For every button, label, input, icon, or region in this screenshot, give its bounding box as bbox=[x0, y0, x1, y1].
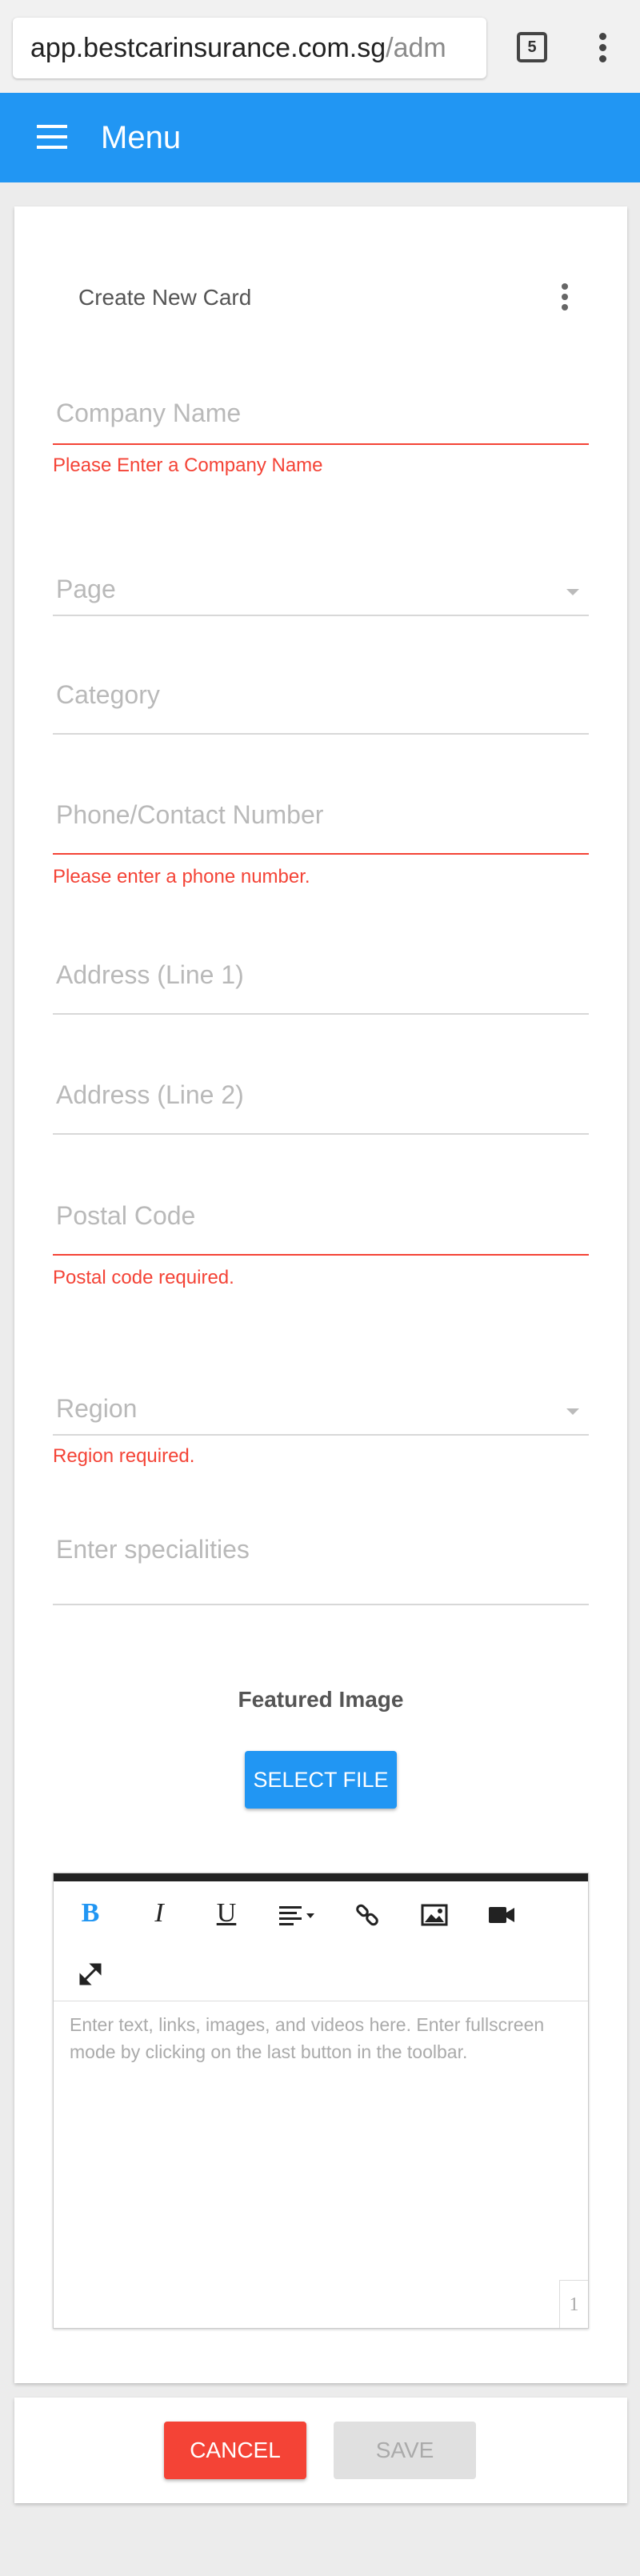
word-count: 1 bbox=[559, 2280, 588, 2328]
postal-code-placeholder: Postal Code bbox=[56, 1201, 196, 1230]
select-file-button[interactable]: SELECT FILE bbox=[245, 1751, 397, 1809]
phone-error: Please enter a phone number. bbox=[53, 866, 310, 887]
url-host: app.bestcarinsurance.com.sg bbox=[30, 33, 386, 63]
hamburger-menu-icon[interactable] bbox=[37, 125, 67, 149]
region-dropdown-arrow-icon bbox=[566, 1408, 579, 1415]
underline-icon[interactable]: U bbox=[202, 1889, 250, 1937]
category-placeholder: Category bbox=[56, 680, 160, 709]
region-error: Region required. bbox=[53, 1445, 195, 1467]
company-name-underline bbox=[53, 443, 589, 445]
rich-text-editor: B I U Enter text, links, images, and vid… bbox=[53, 1873, 589, 2329]
specialities-underline bbox=[53, 1604, 589, 1605]
form-actions: CANCEL SAVE bbox=[14, 2398, 627, 2503]
region-underline bbox=[53, 1434, 589, 1436]
address-line1-placeholder: Address (Line 1) bbox=[56, 960, 244, 989]
specialities-placeholder: Enter specialities bbox=[56, 1535, 250, 1564]
page-dropdown-arrow-icon bbox=[566, 589, 579, 595]
card-title: Create New Card bbox=[78, 285, 252, 310]
browser-chrome: app.bestcarinsurance.com.sg/adm 5 bbox=[0, 0, 640, 93]
page-underline bbox=[53, 615, 589, 616]
phone-placeholder: Phone/Contact Number bbox=[56, 800, 324, 829]
bold-icon[interactable]: B bbox=[66, 1889, 114, 1937]
editor-toolbar: B I U bbox=[54, 1881, 588, 2001]
fullscreen-icon[interactable] bbox=[66, 1949, 114, 1997]
address-line2-placeholder: Address (Line 2) bbox=[56, 1080, 244, 1109]
more-options-icon[interactable] bbox=[557, 283, 573, 315]
video-icon[interactable] bbox=[478, 1889, 526, 1937]
link-icon[interactable] bbox=[343, 1889, 391, 1937]
phone-underline bbox=[53, 853, 589, 855]
company-name-placeholder: Company Name bbox=[56, 399, 242, 427]
page-placeholder: Page bbox=[56, 575, 116, 603]
align-dropdown-icon[interactable] bbox=[271, 1889, 329, 1937]
region-placeholder: Region bbox=[56, 1394, 138, 1423]
browser-menu-icon[interactable] bbox=[590, 30, 614, 66]
featured-image-label: Featured Image bbox=[238, 1687, 404, 1712]
image-icon[interactable] bbox=[410, 1889, 458, 1937]
category-underline bbox=[53, 733, 589, 735]
app-bar: Menu bbox=[0, 93, 640, 182]
italic-icon[interactable]: I bbox=[135, 1889, 183, 1937]
url-path: /adm bbox=[386, 33, 446, 63]
editor-content-area[interactable]: Enter text, links, images, and videos he… bbox=[70, 2011, 574, 2065]
company-name-error: Please Enter a Company Name bbox=[53, 455, 323, 476]
app-bar-title: Menu bbox=[101, 120, 182, 155]
postal-code-underline bbox=[53, 1254, 589, 1256]
postal-code-error: Postal code required. bbox=[53, 1267, 234, 1288]
url-bar[interactable]: app.bestcarinsurance.com.sg/adm bbox=[13, 18, 486, 78]
editor-top-border bbox=[54, 1873, 588, 1881]
address-line1-underline bbox=[53, 1013, 589, 1015]
cancel-button[interactable]: CANCEL bbox=[164, 2422, 306, 2479]
tab-switcher-button[interactable]: 5 bbox=[517, 32, 547, 62]
address-line2-underline bbox=[53, 1133, 589, 1135]
create-card-form: Create New Card Company Name Please Ente… bbox=[14, 206, 627, 2383]
save-button[interactable]: SAVE bbox=[334, 2422, 476, 2479]
